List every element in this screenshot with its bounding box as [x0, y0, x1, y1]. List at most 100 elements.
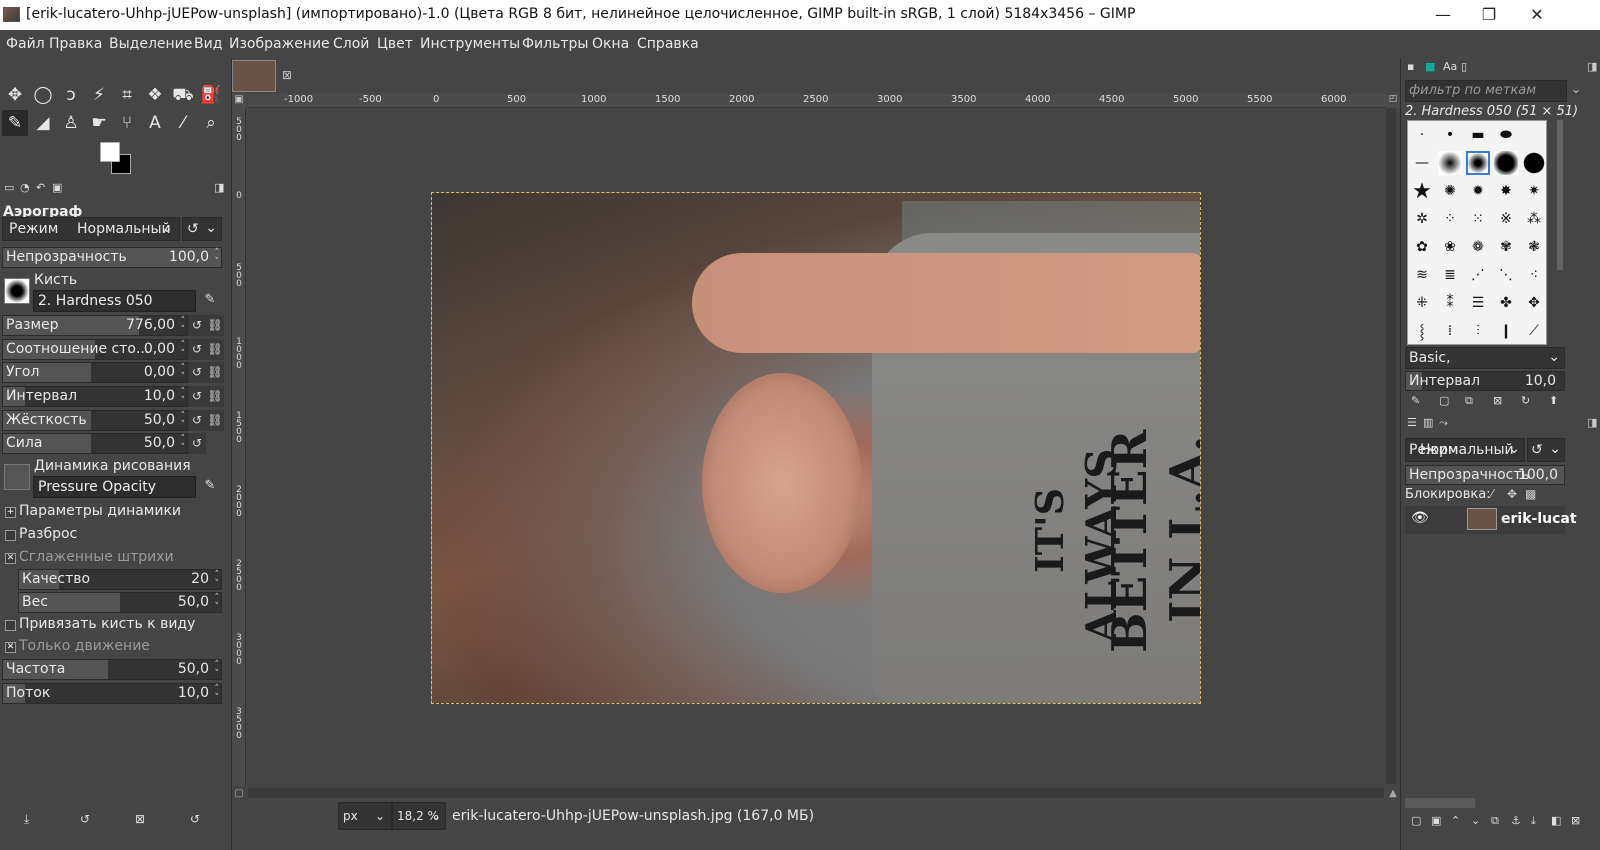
save-preset-icon[interactable]: ⤓: [24, 812, 29, 827]
color-picker-icon[interactable]: ⁄: [170, 110, 196, 136]
aspect-ratio-slider[interactable]: Соотношение сто... 0,00 ˄ ˅: [2, 339, 188, 360]
spinner-icon[interactable]: ˄ ˅: [181, 388, 186, 406]
menu-color[interactable]: Цвет: [377, 36, 413, 52]
configure-tab-icon[interactable]: ◨: [1587, 416, 1597, 429]
smudge-tool-icon[interactable]: ☛: [86, 110, 112, 136]
warp-tool-icon[interactable]: ⛟: [170, 82, 196, 108]
chevron-down-icon[interactable]: ⌄: [1571, 82, 1581, 96]
flow-slider[interactable]: Поток 10,0 ˄ ˅: [2, 683, 222, 704]
spinner-icon[interactable]: ˄ ˅: [215, 571, 220, 589]
merge-layer-icon[interactable]: ⤓: [1531, 814, 1536, 828]
fonts-tab-icon[interactable]: Aa: [1443, 60, 1457, 73]
brush-spacing-slider[interactable]: Интервал 10,0: [1405, 371, 1565, 391]
reset-options-icon[interactable]: ↺: [190, 812, 200, 826]
reset-icon[interactable]: ↺: [188, 362, 206, 383]
bucket-fill-icon[interactable]: ⛽: [198, 82, 224, 108]
link-icon[interactable]: ⛓: [206, 362, 224, 383]
brush-texture[interactable]: ❃: [1522, 235, 1546, 259]
dynamics-options-label[interactable]: Параметры динамики: [19, 503, 181, 519]
brush-texture[interactable]: ✾: [1494, 235, 1518, 259]
brush-soft[interactable]: [1438, 151, 1462, 175]
link-icon[interactable]: ⛓: [206, 315, 224, 336]
spinner-icon[interactable]: ˄ ˅: [215, 685, 220, 703]
image-tab-thumbnail[interactable]: [232, 60, 276, 92]
brush-star[interactable]: ★: [1410, 179, 1434, 204]
maximize-button[interactable]: ❐: [1466, 0, 1512, 30]
brush-splatter[interactable]: ✷: [1522, 179, 1546, 203]
duplicate-brush-icon[interactable]: ⧉: [1465, 394, 1473, 408]
delete-layer-icon[interactable]: ⊠: [1571, 814, 1580, 827]
quick-mask-corner-icon[interactable]: ▣: [232, 94, 246, 108]
brush-texture[interactable]: ⁑: [1438, 291, 1462, 315]
brush-texture[interactable]: ✲: [1410, 207, 1434, 231]
channels-tab-icon[interactable]: ▥: [1423, 416, 1433, 429]
images-tab-icon[interactable]: ▣: [52, 181, 62, 194]
configure-tab-icon[interactable]: ◨: [214, 181, 224, 194]
layer-row[interactable]: 👁 erik-lucat: [1405, 506, 1577, 534]
reset-icon[interactable]: ↺: [188, 386, 206, 407]
menu-select[interactable]: Выделение: [109, 36, 192, 52]
mask-layer-icon[interactable]: ◧: [1551, 814, 1561, 827]
document-tab-icon[interactable]: ▯: [1461, 60, 1467, 73]
brush-texture[interactable]: ✤: [1494, 291, 1518, 315]
spinner-icon[interactable]: ˄ ˅: [181, 317, 186, 335]
brush-preset-combo[interactable]: Basic, ⌄: [1405, 347, 1565, 369]
brush-preview[interactable]: [4, 278, 30, 304]
opacity-slider[interactable]: Непрозрачность 100,0 ˄ ˅: [2, 247, 222, 268]
brush-hardness-100[interactable]: [1522, 151, 1546, 175]
clone-tool-icon[interactable]: ♙: [58, 110, 84, 136]
mode-combo[interactable]: Режим Нормальный ⌄: [2, 217, 180, 241]
brush-line[interactable]: —: [1410, 151, 1434, 175]
lock-pixels-icon[interactable]: ⁄: [1491, 487, 1493, 501]
menu-tools[interactable]: Инструменты: [420, 36, 520, 52]
zoom-to-fit-icon[interactable]: ◰: [1386, 94, 1400, 108]
menu-edit[interactable]: Правка: [49, 36, 102, 52]
layer-mode-reset-combo[interactable]: ↺ ⌄: [1527, 438, 1565, 462]
reset-icon[interactable]: ↺: [188, 433, 206, 454]
configure-tab-icon[interactable]: ◨: [1587, 60, 1597, 73]
brush-texture[interactable]: ⁂: [1522, 207, 1546, 231]
spinner-icon[interactable]: ˄ ˅: [181, 341, 186, 359]
reset-icon[interactable]: ↺: [188, 410, 206, 431]
delete-preset-icon[interactable]: ⊠: [135, 812, 145, 826]
eraser-tool-icon[interactable]: ◢: [30, 110, 56, 136]
brush-texture[interactable]: ≣: [1438, 263, 1462, 287]
edit-brush-icon[interactable]: ✎: [201, 292, 219, 310]
menu-filters[interactable]: Фильтры: [522, 36, 588, 52]
brushes-tab-icon[interactable]: ▪: [1407, 60, 1414, 73]
brush-texture[interactable]: ⁘: [1438, 207, 1462, 231]
size-slider[interactable]: Размер 776,00 ˄ ˅: [2, 315, 188, 336]
undo-history-tab-icon[interactable]: ↶: [36, 181, 45, 194]
vertical-scrollbar[interactable]: [1386, 108, 1396, 784]
paths-tool-icon[interactable]: ⑂: [114, 110, 140, 136]
smooth-checkbox[interactable]: ✕: [5, 553, 16, 564]
reset-icon[interactable]: ↺: [188, 315, 206, 336]
menu-file[interactable]: Файл: [6, 36, 45, 52]
weight-slider[interactable]: Вес 50,0 ˄ ˅: [18, 592, 222, 613]
close-button[interactable]: ✕: [1514, 0, 1560, 30]
brush-texture[interactable]: ≋: [1410, 263, 1434, 287]
image-canvas[interactable]: IT'S ALWAYS BETTER IN L.A.: [431, 192, 1201, 704]
text-tool-icon[interactable]: A: [142, 110, 168, 136]
foreground-color-swatch[interactable]: [100, 142, 120, 162]
brush-hardness-050[interactable]: [1466, 151, 1490, 175]
eye-icon[interactable]: 👁: [1411, 510, 1429, 526]
brush-texture[interactable]: ☰: [1466, 291, 1490, 315]
restore-preset-icon[interactable]: ↺: [80, 812, 90, 826]
zoom-combo[interactable]: 18,2 % ⌄: [392, 802, 446, 830]
brush-texture[interactable]: ✥: [1522, 291, 1546, 315]
edit-dynamics-icon[interactable]: ✎: [201, 478, 219, 496]
layers-scrollbar[interactable]: [1405, 798, 1475, 808]
spinner-icon[interactable]: ˄ ˅: [181, 412, 186, 430]
paths-tab-icon[interactable]: ⤳: [1439, 416, 1448, 430]
dynamics-icon[interactable]: [4, 464, 30, 490]
open-as-image-icon[interactable]: ⬆: [1549, 394, 1558, 407]
delete-brush-icon[interactable]: ⊠: [1493, 394, 1502, 407]
brush-grid-scrollbar[interactable]: [1557, 120, 1563, 270]
lock-position-icon[interactable]: ✥: [1507, 487, 1517, 501]
unit-combo[interactable]: px ⌄: [338, 802, 392, 830]
rate-slider[interactable]: Частота 50,0 ˄ ˅: [2, 659, 222, 680]
brush-texture[interactable]: ⫶: [1466, 319, 1490, 343]
new-group-icon[interactable]: ▣: [1431, 814, 1441, 827]
brush-hardness-075[interactable]: [1494, 151, 1518, 175]
